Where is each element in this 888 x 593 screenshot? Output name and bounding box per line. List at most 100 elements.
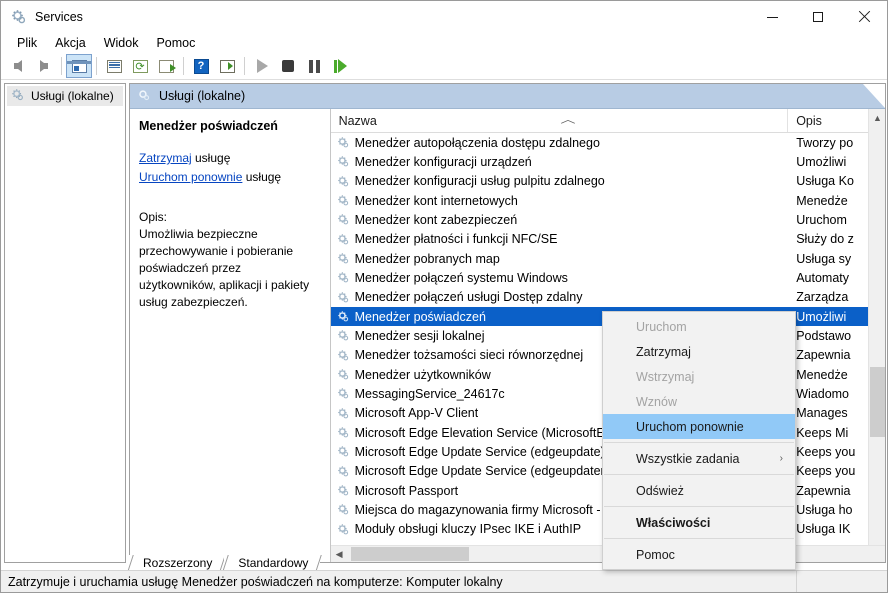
restart-service-icon[interactable] [327, 54, 353, 78]
service-gear-icon [337, 310, 350, 323]
menu-view[interactable]: Widok [95, 34, 148, 53]
row-name-cell: Menedżer pobranych map [331, 252, 789, 266]
toolbar: ⟳ ? [1, 53, 887, 80]
minimize-button[interactable] [749, 1, 795, 33]
service-gear-icon [337, 194, 350, 207]
table-row[interactable]: Menedżer autopołączenia dostępu zdalnego… [331, 133, 885, 152]
table-row[interactable]: Menedżer konfiguracji urządzeń Umożliwi [331, 152, 885, 171]
refresh-icon[interactable]: ⟳ [127, 54, 153, 78]
service-gear-icon [337, 271, 350, 284]
stop-service-icon[interactable] [275, 54, 301, 78]
description-label: Opis: [139, 210, 168, 224]
pane-header: Usługi (lokalne) [130, 84, 885, 109]
scroll-up-icon[interactable]: ▲ [869, 109, 885, 126]
ctx-stop[interactable]: Zatrzymaj [603, 339, 795, 364]
restart-service-link[interactable]: Uruchom ponownie [139, 170, 242, 184]
sort-ascending-icon: ︿ [560, 115, 576, 126]
table-row[interactable]: Menedżer połączeń usługi Dostęp zdalny Za… [331, 288, 885, 307]
column-header-description-label: Opis [796, 113, 822, 128]
tree-item-services-local[interactable]: Usługi (lokalne) [7, 86, 123, 106]
services-gear-icon [11, 88, 25, 105]
ctx-start: Uruchom [603, 314, 795, 339]
row-service-name: Microsoft Edge Update Service (edgeupdat… [354, 464, 611, 479]
export-list-icon[interactable] [153, 54, 179, 78]
details-stop-line: Zatrzymaj usługę [139, 150, 321, 167]
row-service-name: Miejsca do magazynowania firmy Microsoft… [354, 502, 601, 517]
service-gear-icon [337, 465, 350, 478]
ctx-all-tasks[interactable]: Wszystkie zadania › [603, 446, 795, 471]
row-service-name: Microsoft Edge Update Service (edgeupdat… [354, 444, 605, 459]
tab-extended-label: Rozszerzony [143, 556, 213, 570]
description-text: Umożliwia bezpieczne przechowywanie i po… [139, 227, 310, 309]
service-gear-icon [337, 426, 350, 439]
table-row[interactable]: Menedżer kont zabezpieczeń Uruchom [331, 210, 885, 229]
services-window: Services Plik Akcja Widok Pomoc ⟳ ? Usłu… [0, 0, 888, 593]
row-service-name: Menedżer pobranych map [354, 251, 500, 266]
close-button[interactable] [841, 1, 887, 33]
ctx-restart[interactable]: Uruchom ponownie [603, 414, 795, 439]
ctx-refresh[interactable]: Odśwież [603, 478, 795, 503]
start-service-icon[interactable] [249, 54, 275, 78]
service-details-panel: Menedżer poświadczeń Zatrzymaj usługę Ur… [130, 109, 331, 562]
ctx-properties-label: Właściwości [636, 515, 711, 530]
row-name-cell: Menedżer kont zabezpieczeń [331, 213, 789, 227]
help-icon[interactable]: ? [188, 54, 214, 78]
ctx-refresh-label: Odśwież [636, 483, 684, 498]
table-row[interactable]: Menedżer kont internetowych Menedże [331, 191, 885, 210]
pause-service-icon[interactable] [301, 54, 327, 78]
row-service-name: Menedżer konfiguracji usług pulpitu zdal… [354, 174, 605, 189]
show-hide-console-tree-icon[interactable] [66, 54, 92, 78]
ctx-all-tasks-label: Wszystkie zadania [636, 451, 740, 466]
table-row[interactable]: Menedżer pobranych map Usługa sy [331, 249, 885, 268]
row-service-name: Microsoft Edge Elevation Service (Micros… [354, 425, 612, 440]
stop-suffix: usługę [191, 151, 231, 165]
service-gear-icon [337, 445, 350, 458]
column-header-name[interactable]: Nazwa ︿ [331, 109, 789, 132]
ctx-properties[interactable]: Właściwości [603, 510, 795, 535]
vertical-scroll-thumb[interactable] [870, 367, 885, 437]
maximize-button[interactable] [795, 1, 841, 33]
service-gear-icon [337, 175, 350, 188]
table-row[interactable]: Menedżer konfiguracji usług pulpitu zdal… [331, 172, 885, 191]
menu-help[interactable]: Pomoc [147, 34, 204, 53]
maximize-icon [813, 12, 823, 22]
service-gear-icon [337, 233, 350, 246]
table-row[interactable]: Menedżer płatności i funkcji NFC/SE Służy… [331, 230, 885, 249]
back-arrow-icon[interactable] [5, 54, 31, 78]
window-controls [749, 1, 887, 33]
menu-action[interactable]: Akcja [46, 34, 95, 53]
pane-header-label: Usługi (lokalne) [159, 89, 246, 103]
details-service-title: Menedżer poświadczeń [139, 119, 278, 133]
services-gear-icon [11, 9, 27, 25]
properties-icon[interactable] [101, 54, 127, 78]
service-gear-icon [337, 291, 350, 304]
service-gear-icon [337, 329, 350, 342]
row-service-name: Menedżer poświadczeń [354, 309, 486, 324]
restart-suffix: usługę [242, 170, 282, 184]
list-column-headers: Nazwa ︿ Opis [330, 109, 885, 133]
details-description: Opis: Umożliwia bezpieczne przechowywani… [139, 209, 321, 311]
service-gear-icon [337, 155, 350, 168]
row-service-name: Menedżer sesji lokalnej [354, 328, 485, 343]
row-service-name: Microsoft App-V Client [354, 406, 479, 421]
row-name-cell: Menedżer autopołączenia dostępu zdalnego [331, 136, 789, 150]
service-gear-icon [337, 484, 350, 497]
toolbar-separator [96, 57, 97, 75]
row-service-name: Microsoft Passport [354, 483, 459, 498]
show-action-pane-icon[interactable] [214, 54, 240, 78]
row-name-cell: Menedżer połączeń systemu Windows [331, 271, 789, 285]
ctx-pause: Wstrzymaj [603, 364, 795, 389]
ctx-help-label: Pomoc [636, 547, 675, 562]
table-row[interactable]: Menedżer połączeń systemu Windows Automat… [331, 268, 885, 287]
services-gear-icon [137, 88, 151, 105]
vertical-scrollbar[interactable]: ▲ ▼ [868, 109, 885, 562]
details-restart-line: Uruchom ponownie usługę [139, 169, 321, 186]
forward-arrow-icon[interactable] [31, 54, 57, 78]
menu-file[interactable]: Plik [8, 34, 46, 53]
ctx-pause-label: Wstrzymaj [636, 369, 695, 384]
menu-separator [604, 506, 794, 507]
ctx-help[interactable]: Pomoc [603, 542, 795, 567]
ctx-resume: Wznów [603, 389, 795, 414]
service-gear-icon [337, 368, 350, 381]
stop-service-link[interactable]: Zatrzymaj [139, 151, 192, 165]
